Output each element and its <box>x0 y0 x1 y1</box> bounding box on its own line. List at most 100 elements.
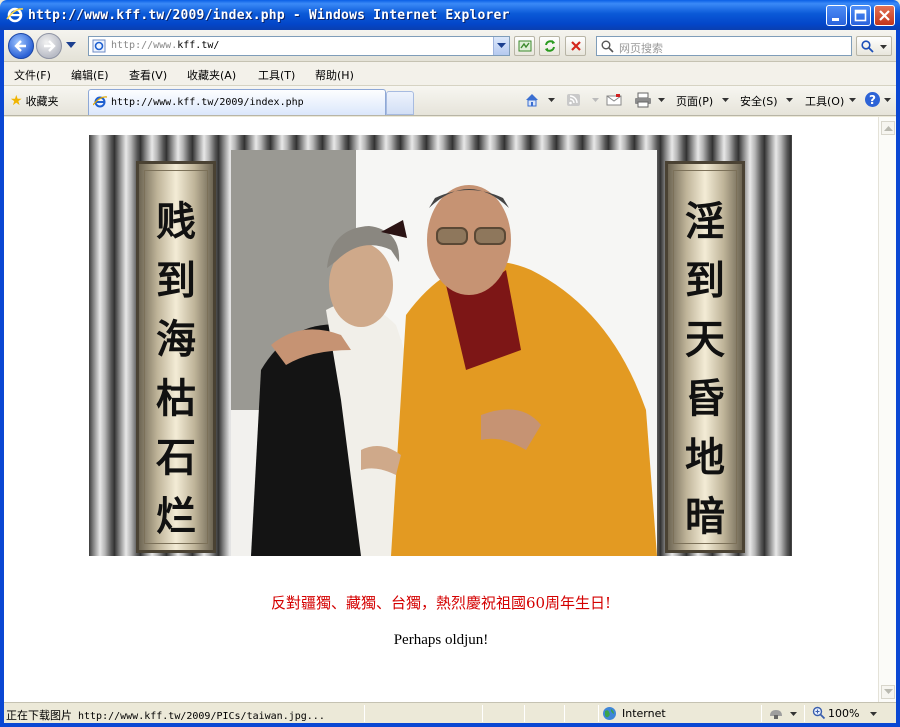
address-dropdown-button[interactable] <box>493 37 509 55</box>
status-url: http://www.kff.tw/2009/PICs/taiwan.jpg..… <box>78 711 325 722</box>
chevron-down-icon[interactable] <box>722 98 729 103</box>
address-text: http://www.kff.tw/ <box>111 40 220 51</box>
address-bar[interactable]: http://www.kff.tw/ <box>88 36 510 56</box>
couplet-char: 淫 <box>685 198 725 245</box>
close-button[interactable] <box>874 5 895 26</box>
menu-tools[interactable]: 工具(T) <box>258 67 295 83</box>
chevron-down-icon[interactable] <box>790 712 797 717</box>
favorites-label: 收藏夹 <box>25 95 59 108</box>
menu-edit[interactable]: 编辑(E) <box>71 67 109 83</box>
protected-mode-icon[interactable] <box>768 706 784 721</box>
star-icon: ★ <box>10 93 23 109</box>
banner-image: 贱 到 海 枯 石 烂 淫 到 天 昏 地 暗 <box>89 135 792 556</box>
status-message: 正在下载图片 http://www.kff.tw/2009/PICs/taiwan… <box>6 707 325 723</box>
ie-page-icon <box>93 96 107 108</box>
chevron-up-icon <box>884 126 893 131</box>
couplet-char: 到 <box>685 257 725 304</box>
vertical-scrollbar[interactable] <box>878 117 896 702</box>
chevron-down-icon <box>880 45 887 49</box>
minimize-icon <box>832 18 839 21</box>
refresh-button[interactable] <box>539 36 560 56</box>
slogan-text: 反對疆獨、藏獨、台獨，熱烈慶祝祖國60周年生日! <box>270 594 612 612</box>
read-mail-icon[interactable] <box>606 92 622 108</box>
search-provider-icon <box>601 40 614 53</box>
stop-icon <box>571 41 581 51</box>
chevron-down-icon[interactable] <box>592 98 599 103</box>
minimize-button[interactable] <box>826 5 847 26</box>
couplet-char: 昏 <box>685 375 725 422</box>
zoom-icon[interactable] <box>812 706 826 720</box>
menu-bar: 文件(F) 编辑(E) 查看(V) 收藏夹(A) 工具(T) 帮助(H) <box>4 62 896 86</box>
couplet-char: 贱 <box>156 198 196 245</box>
status-label: 正在下载图片 <box>6 709 72 722</box>
search-button[interactable] <box>856 36 892 56</box>
scroll-up-button[interactable] <box>881 121 895 135</box>
safety-menu-button[interactable]: 安全(S) <box>740 93 778 109</box>
window-title: http://www.kff.tw/2009/index.php - Windo… <box>28 8 510 23</box>
back-button[interactable] <box>8 33 34 59</box>
status-bar: 正在下载图片 http://www.kff.tw/2009/PICs/taiwan… <box>4 702 896 723</box>
stop-button[interactable] <box>565 36 586 56</box>
menu-help[interactable]: 帮助(H) <box>315 67 354 83</box>
search-icon <box>861 40 874 53</box>
new-tab-button[interactable] <box>386 91 414 115</box>
forward-arrow-icon <box>44 40 56 52</box>
menu-file[interactable]: 文件(F) <box>14 67 51 83</box>
menu-favorites[interactable]: 收藏夹(A) <box>187 67 236 83</box>
home-icon[interactable] <box>524 92 540 108</box>
page-icon <box>92 39 106 53</box>
chevron-down-icon[interactable] <box>548 98 555 103</box>
left-couplet-scroll: 贱 到 海 枯 石 烂 <box>136 161 216 553</box>
feeds-icon[interactable] <box>566 92 582 108</box>
couplet-char: 到 <box>156 257 196 304</box>
maximize-button[interactable] <box>850 5 871 26</box>
couplet-char: 枯 <box>156 375 196 422</box>
zone-label: Internet <box>622 707 666 720</box>
photo <box>231 150 657 556</box>
close-icon <box>879 10 890 21</box>
page-content: 贱 到 海 枯 石 烂 淫 到 天 昏 地 暗 反對疆獨、藏獨、台獨，熱烈慶祝祖… <box>4 117 878 702</box>
ie-logo-icon <box>6 7 24 23</box>
photo-illustration <box>231 150 657 556</box>
compatibility-view-button[interactable] <box>514 36 535 56</box>
couplet-char: 烂 <box>156 493 196 540</box>
zoom-level[interactable]: 100% <box>828 707 859 720</box>
search-placeholder: 网页搜索 <box>619 42 663 55</box>
tools-menu-button[interactable]: 工具(O) <box>805 93 844 109</box>
couplet-char: 天 <box>685 316 725 363</box>
tab-active[interactable]: http://www.kff.tw/2009/index.php <box>88 89 386 115</box>
couplet-char: 海 <box>156 316 196 363</box>
couplet-char: 暗 <box>685 493 725 540</box>
help-icon[interactable]: ? <box>864 91 881 108</box>
right-couplet-scroll: 淫 到 天 昏 地 暗 <box>665 161 745 553</box>
tab-label: http://www.kff.tw/2009/index.php <box>111 97 304 108</box>
chevron-down-icon <box>497 43 506 48</box>
couplet-char: 地 <box>685 434 725 481</box>
search-input[interactable]: 网页搜索 <box>596 36 852 56</box>
scroll-down-button[interactable] <box>881 685 895 699</box>
chevron-down-icon[interactable] <box>786 98 793 103</box>
recent-pages-dropdown-icon[interactable] <box>66 42 76 49</box>
forward-button[interactable] <box>36 33 62 59</box>
menu-view[interactable]: 查看(V) <box>129 67 167 83</box>
chevron-down-icon[interactable] <box>658 98 665 103</box>
print-icon[interactable] <box>634 92 652 108</box>
svg-text:?: ? <box>869 93 876 107</box>
favorites-button[interactable]: ★ 收藏夹 <box>10 93 59 109</box>
maximize-icon <box>854 9 867 22</box>
chevron-down-icon <box>884 689 893 694</box>
chevron-down-icon[interactable] <box>884 98 891 103</box>
window-frame-right <box>896 30 900 727</box>
internet-zone-icon <box>603 707 616 720</box>
compatibility-icon <box>518 40 532 52</box>
window-frame-bottom <box>0 723 900 727</box>
refresh-icon <box>545 40 555 52</box>
page-menu-button[interactable]: 页面(P) <box>676 93 713 109</box>
couplet-char: 石 <box>156 434 196 481</box>
tab-bar: ★ 收藏夹 http://www.kff.tw/2009/index.php 页面… <box>4 86 896 116</box>
subtitle-text: Perhaps oldjun! <box>393 632 489 648</box>
back-arrow-icon <box>14 40 26 52</box>
chevron-down-icon[interactable] <box>870 712 877 717</box>
chevron-down-icon[interactable] <box>849 98 856 103</box>
title-bar: http://www.kff.tw/2009/index.php - Windo… <box>0 0 900 30</box>
